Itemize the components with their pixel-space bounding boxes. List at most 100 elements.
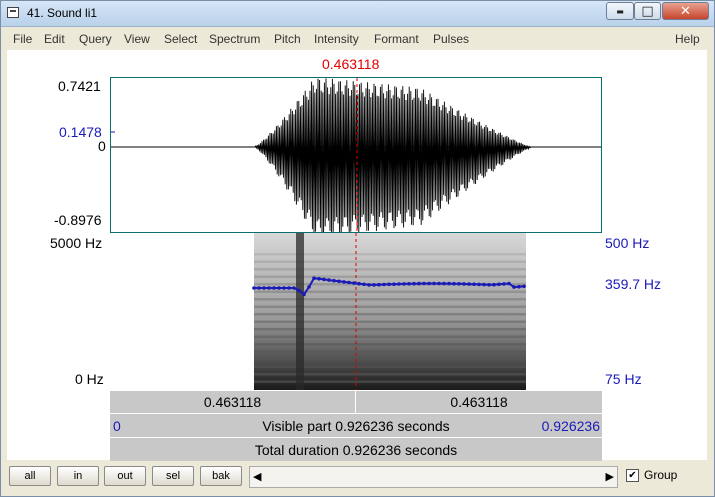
pitch-point (277, 286, 281, 290)
spectrogram-band (254, 343, 526, 346)
waveform-min-label: -0.8976 (54, 212, 102, 228)
pitch-point (502, 282, 506, 286)
pitch-point (467, 282, 471, 286)
pitch-bottom-label: 75 Hz (605, 371, 642, 387)
total-duration-bar[interactable]: Total duration 0.926236 seconds (110, 437, 602, 461)
pitch-point (257, 286, 261, 290)
visible-part-label: Visible part 0.926236 seconds (262, 418, 450, 434)
spectrogram-band (254, 298, 526, 301)
pitch-point (322, 277, 326, 282)
menu-intensity[interactable]: Intensity (314, 32, 359, 46)
pitch-point (327, 278, 331, 282)
pitch-point (437, 281, 441, 286)
menu-select[interactable]: Select (164, 32, 197, 46)
spectrogram-band (254, 380, 526, 383)
spectrogram-band (254, 358, 526, 361)
checkmark-icon: ✔ (628, 470, 637, 481)
all-button[interactable]: all (9, 466, 51, 486)
time-bar-right[interactable]: 0.463118 (356, 391, 602, 413)
waveform-svg (111, 78, 601, 232)
pitch-point (402, 282, 406, 286)
pitch-point (457, 282, 461, 286)
pitch-point (507, 281, 511, 286)
pitch-point (337, 279, 341, 284)
spectrogram-band (254, 290, 526, 293)
menu-help[interactable]: Help (675, 32, 700, 46)
pitch-point (427, 281, 431, 286)
pitch-point (262, 286, 266, 290)
pitch-point (377, 282, 381, 287)
waveform-cursor-value: 0.1478 (59, 124, 102, 140)
menu-view[interactable]: View (124, 32, 150, 46)
menu-edit[interactable]: Edit (44, 32, 65, 46)
zoom-selection-button[interactable]: sel (152, 466, 194, 486)
cursor-time-bar[interactable]: 0.463118 0.463118 (110, 390, 602, 413)
pitch-point (492, 282, 496, 287)
menu-spectrum[interactable]: Spectrum (209, 32, 260, 46)
visible-end: 0.926236 (541, 418, 600, 434)
spectrogram-band (254, 320, 526, 323)
title-bar[interactable]: 41. Sound li1 ▬ □ ✕ (1, 1, 714, 27)
pitch-point (412, 281, 416, 286)
pitch-point (497, 282, 501, 287)
pitch-point (447, 281, 451, 286)
spectrogram-svg (252, 233, 526, 390)
maximize-button[interactable]: □ (634, 2, 661, 20)
spectrogram-band (254, 275, 526, 278)
menu-formant[interactable]: Formant (374, 32, 419, 46)
pitch-point (292, 286, 296, 290)
consonant-burst (296, 233, 304, 390)
pitch-point (297, 288, 301, 293)
freq-top-label: 5000 Hz (50, 235, 103, 251)
spectrogram-band (254, 268, 526, 271)
spectrogram-panel[interactable] (110, 233, 602, 390)
total-duration-label: Total duration 0.926236 seconds (254, 442, 458, 458)
pitch-point (367, 283, 371, 287)
menu-pulses[interactable]: Pulses (433, 32, 469, 46)
praat-sound-window: 41. Sound li1 ▬ □ ✕ File Edit Query View… (0, 0, 715, 497)
group-checkbox[interactable]: ✔ (626, 469, 639, 482)
close-button[interactable]: ✕ (662, 2, 709, 20)
menu-file[interactable]: File (13, 32, 32, 46)
pitch-point (417, 281, 421, 286)
pitch-point (477, 282, 481, 287)
time-bar-left[interactable]: 0.463118 (110, 391, 356, 413)
pitch-point (282, 286, 286, 290)
visible-part-bar[interactable]: 0 Visible part 0.926236 seconds 0.926236 (110, 413, 602, 437)
spectrogram-band (254, 335, 526, 338)
window-title: 41. Sound li1 (27, 6, 98, 20)
spectrogram-band (254, 260, 526, 263)
spectrogram-band (254, 305, 526, 308)
scroll-right-icon[interactable]: ▶ (606, 470, 614, 483)
zoom-in-button[interactable]: in (57, 466, 99, 486)
pitch-point (302, 292, 306, 297)
app-icon (7, 7, 19, 18)
minimize-icon: ▬ (616, 6, 624, 16)
scroll-left-icon[interactable]: ◀ (253, 470, 261, 483)
pitch-point (347, 280, 351, 285)
minimize-button[interactable]: ▬ (606, 2, 634, 20)
pitch-point (252, 286, 256, 290)
pitch-point (357, 281, 361, 286)
pitch-point (522, 284, 526, 289)
pitch-point (307, 285, 311, 289)
pitch-point (517, 284, 521, 289)
pitch-point (392, 282, 396, 286)
pitch-point (352, 281, 356, 285)
pitch-point (487, 283, 491, 287)
pitch-point (317, 277, 321, 281)
pitch-point (382, 282, 386, 287)
spectrogram-band (254, 373, 526, 376)
waveform-max-label: 0.7421 (58, 78, 101, 94)
pitch-point (372, 283, 376, 287)
pitch-point (482, 282, 486, 287)
zoom-out-button[interactable]: out (104, 466, 146, 486)
waveform-panel[interactable] (110, 77, 602, 233)
waveform-trace (111, 78, 601, 232)
pitch-point (362, 282, 366, 287)
menu-query[interactable]: Query (79, 32, 112, 46)
horizontal-scrollbar[interactable]: ◀ ▶ (249, 466, 618, 488)
menu-pitch[interactable]: Pitch (274, 32, 301, 46)
zoom-back-button[interactable]: bak (200, 466, 242, 486)
pitch-point (422, 281, 426, 286)
